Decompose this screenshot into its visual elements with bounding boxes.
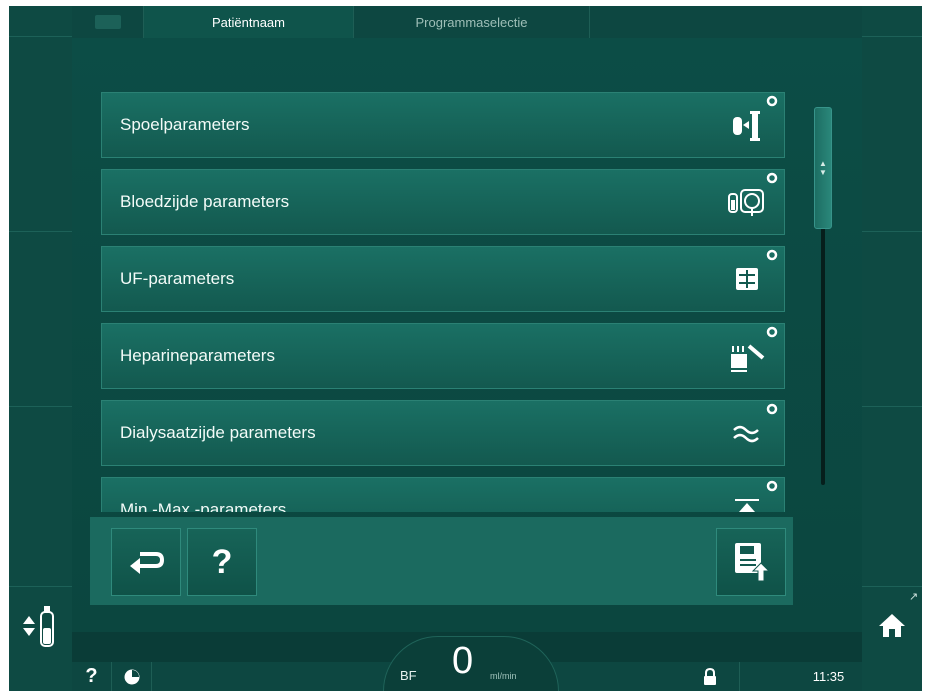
home-icon [879,614,905,637]
clock-icon [124,669,139,684]
menu-item-label: Min.-Max.-parameters [120,500,287,512]
scroll-grip-icon: ▲ ▼ [819,159,827,177]
left-divider [9,586,72,587]
menu-item-label: UF-parameters [120,269,235,288]
right-divider [862,406,922,407]
back-arrow-icon [130,552,165,574]
min-max-icon [722,490,772,512]
bf-unit: ml/min [490,671,517,681]
bf-value: 0 [452,640,474,682]
bf-label: BF [400,668,417,683]
menu-item-label: Bloedzijde parameters [120,192,290,211]
menu-item-dialysate[interactable]: Dialysaatzijde parameters [101,400,785,466]
gear-icon [766,95,778,107]
left-divider [9,231,72,232]
rinse-params-icon [722,105,772,145]
save-button[interactable] [716,528,786,596]
lock-button[interactable] [680,662,740,691]
left-divider [9,406,72,407]
help-button[interactable]: ? [187,528,257,596]
action-bar: ? [90,517,793,605]
parameter-list: Spoelparameters Bloedzijde parameters UF… [101,88,789,512]
blood-side-icon [722,182,772,222]
tab-program-selection[interactable]: Programmaselectie [354,6,590,38]
menu-item-min-max[interactable]: Min.-Max.-parameters [101,477,785,512]
menu-item-heparin[interactable]: Heparineparameters [101,323,785,389]
menu-item-label: Spoelparameters [120,115,250,134]
right-divider [862,586,922,587]
menu-item-uf[interactable]: UF-parameters [101,246,785,312]
menu-item-blood-side[interactable]: Bloedzijde parameters [101,169,785,235]
top-tab-bar: Patiëntnaam Programmaselectie [72,6,862,38]
lock-icon [703,667,716,685]
level-adjust-button[interactable] [9,588,72,662]
tab-patient-name[interactable]: Patiëntnaam [144,6,354,38]
right-divider [862,36,922,37]
right-column [862,6,922,691]
gear-icon [766,249,778,261]
timer-button[interactable] [112,662,152,691]
clock-time: 11:35 [812,669,845,684]
menu-item-label: Heparineparameters [120,346,275,365]
expand-arrow-icon: ↗ [909,591,919,603]
right-divider [862,231,922,232]
tab-card[interactable] [72,6,144,38]
gear-icon [766,480,778,492]
dialysate-wave-icon [722,413,772,453]
heparin-syringe-icon [722,336,772,376]
scrollbar-thumb[interactable]: ▲ ▼ [814,107,832,229]
level-adjust-icon [22,606,54,647]
menu-item-rinse[interactable]: Spoelparameters [101,92,785,158]
status-help-button[interactable]: ? [72,662,112,691]
card-icon [94,15,121,29]
uf-params-icon [722,259,772,299]
back-button[interactable] [111,528,181,596]
left-divider [9,36,72,37]
gear-icon [766,172,778,184]
menu-item-label: Dialysaatzijde parameters [120,423,316,442]
gear-icon [766,403,778,415]
save-upload-icon [735,543,771,582]
gear-icon [766,326,778,338]
